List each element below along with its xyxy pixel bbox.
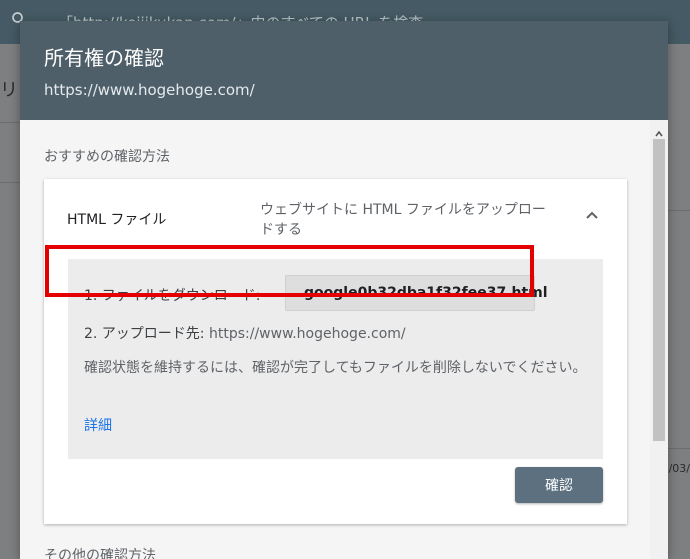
method-description: ウェブサイトに HTML ファイルをアップロードする (260, 202, 546, 238)
step2-text: 2. アップロード先: (84, 326, 205, 342)
dialog-body: おすすめの確認方法 HTML ファイル ウェブサイトに HTML ファイルをアッ… (20, 120, 650, 559)
dialog-title: 所有権の確認 (44, 46, 164, 70)
background-divider (0, 122, 20, 123)
verify-button[interactable]: 確認 (515, 467, 603, 503)
scrollbar-thumb[interactable] (653, 139, 665, 441)
upload-destination-url: https://www.hogehoge.com/ (208, 326, 406, 342)
chevron-up-icon[interactable] (580, 204, 604, 228)
background-divider (0, 182, 20, 183)
dialog-scrollbar[interactable] (650, 120, 668, 559)
step1-label: 1. ファイルをダウンロード: (84, 288, 261, 304)
details-link[interactable]: 詳細 (84, 415, 112, 435)
recommended-method-label: おすすめの確認方法 (44, 149, 170, 165)
keep-file-note: 確認状態を維持するには、確認が完了してもファイルを削除しないでください。 (84, 360, 587, 376)
method-instructions-panel: 1. ファイルをダウンロード: google0b32dba1f32fee37.h… (68, 259, 603, 459)
background-text-fragment: リ (0, 80, 18, 101)
download-file-button[interactable]: google0b32dba1f32fee37.html (285, 275, 548, 311)
dialog-header: 所有権の確認 https://www.hogehoge.com/ (20, 21, 668, 120)
ownership-verification-dialog: 所有権の確認 https://www.hogehoge.com/ おすすめの確認… (20, 21, 668, 559)
background-divider (668, 210, 690, 211)
property-url: https://www.hogehoge.com/ (44, 81, 255, 99)
background-date-fragment: /03/ (668, 462, 690, 475)
other-methods-label: その他の確認方法 (44, 548, 156, 559)
background-divider (668, 448, 690, 449)
method-title[interactable]: HTML ファイル (67, 209, 166, 229)
download-filename: google0b32dba1f32fee37.html (304, 285, 548, 301)
html-file-method-card: HTML ファイル ウェブサイトに HTML ファイルをアップロードする 1. … (44, 179, 627, 524)
step2-label: 2. アップロード先: https://www.hogehoge.com/ (84, 323, 406, 343)
scroll-up-arrow-icon[interactable] (654, 124, 664, 137)
